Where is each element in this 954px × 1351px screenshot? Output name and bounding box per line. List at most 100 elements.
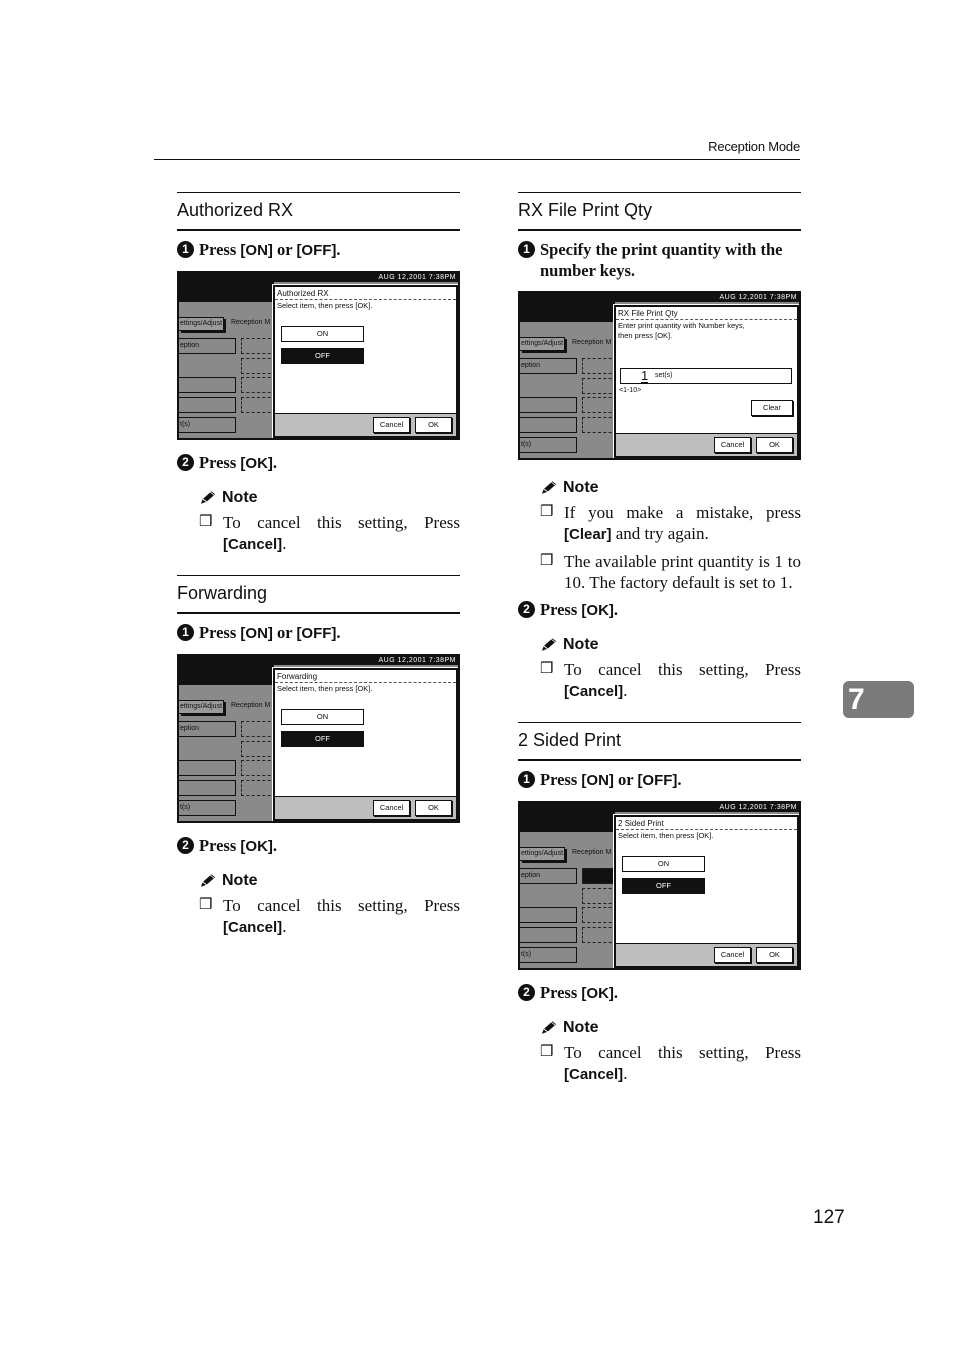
dialog-message: Select item, then press [OK]. bbox=[277, 684, 373, 693]
on-button[interactable]: ON bbox=[622, 856, 705, 872]
dialog-forwarding: Forwarding Select item, then press [OK].… bbox=[272, 667, 458, 821]
field-blank[interactable] bbox=[520, 397, 577, 413]
chapter-tab: 7 bbox=[843, 681, 914, 718]
setting-box[interactable] bbox=[582, 888, 617, 904]
setting-box[interactable] bbox=[582, 378, 617, 394]
dialog-message: Enter print quantity with Number keys, t… bbox=[618, 321, 745, 340]
step-number-icon: 1 bbox=[177, 624, 194, 641]
key-ok: [OK] bbox=[240, 838, 273, 855]
setting-box[interactable] bbox=[582, 907, 617, 923]
tab-settings-adjust[interactable]: ettings/Adjust bbox=[179, 700, 224, 714]
key-cancel: [Cancel] bbox=[223, 919, 283, 936]
cancel-button[interactable]: Cancel bbox=[714, 947, 751, 963]
dialog-title: Authorized RX bbox=[275, 287, 456, 300]
setting-box[interactable] bbox=[582, 927, 617, 943]
setting-box[interactable] bbox=[582, 358, 617, 374]
quantity-value: 1 bbox=[641, 368, 649, 383]
tab-settings-adjust[interactable]: ettings/Adjust bbox=[520, 847, 565, 861]
field-blank[interactable] bbox=[179, 377, 236, 393]
step-text: Press [OK]. bbox=[199, 453, 278, 472]
cancel-button[interactable]: Cancel bbox=[714, 437, 751, 453]
field-blank[interactable] bbox=[179, 780, 236, 796]
on-button[interactable]: ON bbox=[281, 709, 364, 725]
field-sets[interactable]: t(s) bbox=[520, 437, 577, 453]
dialog-title: Forwarding bbox=[275, 670, 456, 683]
note-2-sided-print: Note ❒ To cancel this setting, Press [Ca… bbox=[540, 1018, 801, 1085]
off-button[interactable]: OFF bbox=[622, 878, 705, 894]
field-reception[interactable]: eption bbox=[520, 358, 577, 374]
field-reception[interactable]: eption bbox=[179, 721, 236, 737]
field-blank[interactable] bbox=[520, 927, 577, 943]
on-button[interactable]: ON bbox=[281, 326, 364, 342]
dialog-footer: Cancel OK bbox=[275, 413, 456, 436]
screen-rx-file-print-qty: AUG 12,2001 7:38PM ettings/Adjust Recept… bbox=[518, 291, 801, 460]
setting-box[interactable] bbox=[241, 780, 276, 796]
screen-forwarding: AUG 12,2001 7:38PM ettings/Adjust Recept… bbox=[177, 654, 460, 823]
field-blank[interactable] bbox=[179, 397, 236, 413]
tab-reception-mode[interactable]: Reception M bbox=[231, 317, 271, 331]
field-blank[interactable] bbox=[520, 417, 577, 433]
dialog-footer: Cancel OK bbox=[275, 796, 456, 819]
field-reception[interactable]: eption bbox=[520, 868, 577, 884]
pencil-icon bbox=[541, 481, 557, 494]
ok-button[interactable]: OK bbox=[415, 417, 452, 433]
step-text: Specify the print quantity with the numb… bbox=[540, 240, 783, 280]
setting-box[interactable] bbox=[241, 397, 276, 413]
setting-box[interactable] bbox=[241, 377, 276, 393]
status-bar: AUG 12,2001 7:38PM bbox=[179, 273, 458, 282]
field-reception[interactable]: eption bbox=[179, 338, 236, 354]
setting-box[interactable] bbox=[241, 741, 276, 757]
screen-header-band bbox=[179, 665, 274, 685]
field-sets[interactable]: t(s) bbox=[179, 417, 236, 433]
step-text: Press [ON] or [OFF]. bbox=[199, 240, 341, 259]
step-text: Press [OK]. bbox=[540, 600, 619, 619]
field-sets[interactable]: t(s) bbox=[179, 800, 236, 816]
ok-button[interactable]: OK bbox=[756, 947, 793, 963]
cancel-button[interactable]: Cancel bbox=[373, 800, 410, 816]
step-1-2-sided-print: 1 Press [ON] or [OFF]. bbox=[518, 769, 801, 791]
field-blank[interactable] bbox=[179, 760, 236, 776]
setting-box[interactable] bbox=[582, 417, 617, 433]
field-blank[interactable] bbox=[520, 907, 577, 923]
step-text: Press [ON] or [OFF]. bbox=[199, 623, 341, 642]
setting-box[interactable] bbox=[241, 760, 276, 776]
step-1-authorized-rx: 1 Press [ON] or [OFF]. bbox=[177, 239, 460, 261]
field-sets[interactable]: t(s) bbox=[520, 947, 577, 963]
setting-box[interactable] bbox=[241, 358, 276, 374]
note-heading: Note bbox=[199, 871, 460, 891]
tab-reception-mode[interactable]: Reception M bbox=[231, 700, 271, 714]
dialog-footer: Cancel OK bbox=[616, 943, 797, 966]
ok-button[interactable]: OK bbox=[415, 800, 452, 816]
status-bar: AUG 12,2001 7:38PM bbox=[520, 803, 799, 812]
key-ok: [OK] bbox=[581, 985, 614, 1002]
dialog-message: Select item, then press [OK]. bbox=[277, 301, 373, 310]
step-1-forwarding: 1 Press [ON] or [OFF]. bbox=[177, 622, 460, 644]
clear-button[interactable]: Clear bbox=[751, 400, 793, 416]
tab-reception-mode[interactable]: Reception M bbox=[572, 847, 612, 861]
step-number-icon: 1 bbox=[518, 771, 535, 788]
section-title-authorized-rx: Authorized RX bbox=[177, 192, 460, 231]
setting-box-active[interactable] bbox=[582, 868, 617, 884]
setting-box[interactable] bbox=[241, 338, 276, 354]
off-button[interactable]: OFF bbox=[281, 731, 364, 747]
dialog-rx-file-print-qty: RX File Print Qty Enter print quantity w… bbox=[613, 304, 799, 458]
section-title-2-sided-print: 2 Sided Print bbox=[518, 722, 801, 761]
setting-box[interactable] bbox=[241, 721, 276, 737]
pencil-icon bbox=[541, 1021, 557, 1034]
running-header: Reception Mode bbox=[154, 138, 800, 160]
off-button[interactable]: OFF bbox=[281, 348, 364, 364]
checkbox-bullet-icon: ❒ bbox=[199, 514, 213, 530]
step-number-icon: 2 bbox=[177, 837, 194, 854]
dialog-title: RX File Print Qty bbox=[616, 307, 797, 320]
cancel-button[interactable]: Cancel bbox=[373, 417, 410, 433]
step-2-forwarding: 2 Press [OK]. bbox=[177, 835, 460, 857]
tab-reception-mode[interactable]: Reception M bbox=[572, 337, 612, 351]
tab-settings-adjust[interactable]: ettings/Adjust bbox=[520, 337, 565, 351]
ok-button[interactable]: OK bbox=[756, 437, 793, 453]
tab-settings-adjust[interactable]: ettings/Adjust bbox=[179, 317, 224, 331]
step-number-icon: 2 bbox=[518, 984, 535, 1001]
note-item: ❒ To cancel this setting, Press [Cancel]… bbox=[199, 896, 460, 936]
quantity-input[interactable]: 1 set(s) bbox=[620, 368, 792, 384]
key-on: [ON] bbox=[240, 625, 273, 642]
setting-box[interactable] bbox=[582, 397, 617, 413]
